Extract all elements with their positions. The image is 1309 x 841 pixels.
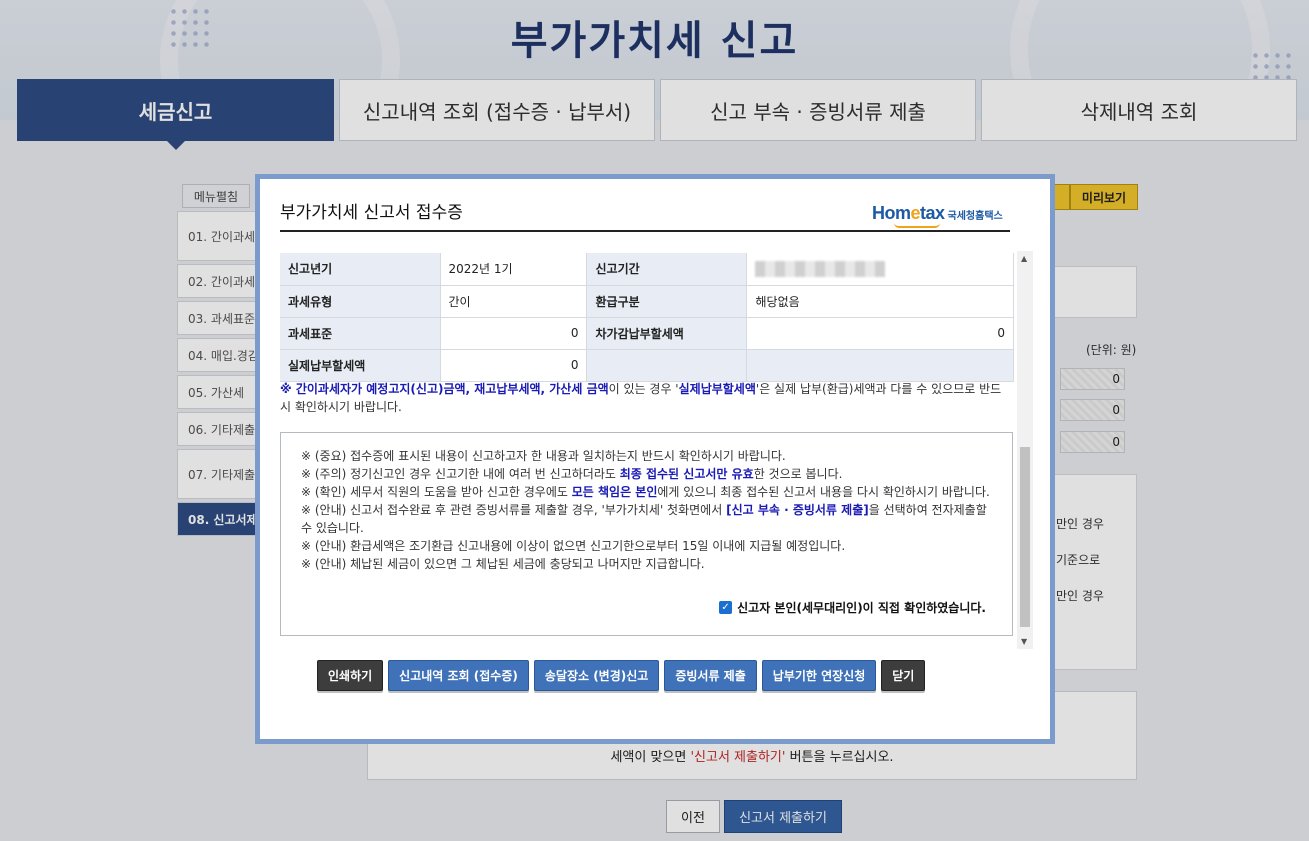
print-button[interactable]: 인쇄하기 — [317, 660, 384, 691]
table-row: 과세유형 간이 환급구분 해당없음 — [280, 285, 1014, 318]
table-header-cell: 신고년기 — [280, 253, 441, 286]
logo-brand: Hometax — [872, 203, 945, 223]
delivery-address-button[interactable]: 송달장소 (변경)신고 — [533, 660, 660, 691]
scroll-down-icon[interactable]: ▼ — [1021, 637, 1027, 646]
table-header-cell: 환급구분 — [586, 285, 748, 318]
payment-extension-button[interactable]: 납부기한 연장신청 — [761, 660, 877, 691]
table-header-cell: 과세유형 — [280, 285, 441, 318]
scrollbar-thumb[interactable] — [1020, 447, 1030, 627]
table-cell: 간이 — [440, 285, 588, 318]
table-empty-cell — [586, 349, 748, 382]
table-cell: 0 — [746, 317, 1014, 350]
modal-scrollbar[interactable]: ▲ ▼ — [1017, 251, 1033, 649]
redacted-value — [755, 260, 886, 277]
confirm-checkbox-row[interactable]: ✓ 신고자 본인(세무대리인)이 직접 확인하였습니다. — [719, 599, 986, 616]
receipt-modal: 부가가치세 신고서 접수증 Hometax 국세청홈택스 신고년기 2022년 … — [255, 174, 1055, 744]
confirm-checkbox[interactable]: ✓ — [719, 601, 733, 614]
notice-line: ※ (안내) 신고서 접수완료 후 관련 증빙서류를 제출할 경우, '부가가치… — [301, 503, 987, 535]
table-header-cell: 차가감납부할세액 — [586, 317, 748, 350]
table-header-cell: 실제납부할세액 — [280, 349, 441, 382]
logo-swoosh-icon — [894, 223, 940, 228]
confirm-label: 신고자 본인(세무대리인)이 직접 확인하였습니다. — [737, 601, 986, 615]
table-empty-cell — [746, 349, 1014, 382]
notice-line: ※ (안내) 체납된 세금이 있으면 그 체납된 세금에 충당되고 나머지만 지… — [301, 557, 705, 571]
notice-line: ※ (중요) 접수증에 표시된 내용이 신고하고자 한 내용과 일치하는지 반드… — [301, 449, 786, 463]
table-row: 과세표준 0 차가감납부할세액 0 — [280, 317, 1014, 350]
notice-line: ※ (주의) 정기신고인 경우 신고기한 내에 여러 번 신고하더라도 최종 접… — [301, 467, 843, 481]
table-cell: 해당없음 — [746, 285, 1014, 318]
logo-korean: 국세청홈택스 — [947, 211, 1003, 222]
notice-box: ※ (중요) 접수증에 표시된 내용이 신고하고자 한 내용과 일치하는지 반드… — [280, 432, 1013, 636]
table-row: 신고년기 2022년 1기 신고기간 — [280, 253, 1014, 286]
title-divider — [280, 230, 1010, 232]
table-cell: 0 — [440, 349, 588, 382]
receipt-table: 신고년기 2022년 1기 신고기간 과세유형 간이 환급구분 해당없음 과세표… — [280, 253, 1014, 382]
scroll-up-icon[interactable]: ▲ — [1021, 254, 1027, 263]
table-cell: 2022년 1기 — [440, 253, 588, 286]
notice-line: ※ (안내) 환급세액은 조기환급 신고내용에 이상이 없으면 신고기한으로부터… — [301, 539, 846, 553]
modal-button-row: 인쇄하기 신고내역 조회 (접수증) 송달장소 (변경)신고 증빙서류 제출 납… — [317, 660, 930, 691]
submit-evidence-button[interactable]: 증빙서류 제출 — [664, 660, 757, 691]
modal-scroll-area[interactable]: 신고년기 2022년 1기 신고기간 과세유형 간이 환급구분 해당없음 과세표… — [280, 251, 1034, 651]
close-button[interactable]: 닫기 — [881, 660, 926, 691]
modal-title: 부가가치세 신고서 접수증 — [280, 203, 463, 223]
warning-text: ※ 간이과세자가 예정고지(신고)금액, 재고납부세액, 가산세 금액이 있는 … — [280, 382, 1002, 414]
table-cell: 0 — [440, 317, 588, 350]
table-cell-redacted — [746, 253, 1014, 286]
hometax-logo: Hometax 국세청홈택스 — [872, 203, 1003, 228]
view-filing-history-button[interactable]: 신고내역 조회 (접수증) — [388, 660, 529, 691]
table-row: 실제납부할세액 0 — [280, 349, 1014, 382]
notice-line: ※ (확인) 세무서 직원의 도움을 받아 신고한 경우에도 모든 책임은 본인… — [301, 485, 990, 499]
table-header-cell: 과세표준 — [280, 317, 441, 350]
table-header-cell: 신고기간 — [586, 253, 748, 286]
